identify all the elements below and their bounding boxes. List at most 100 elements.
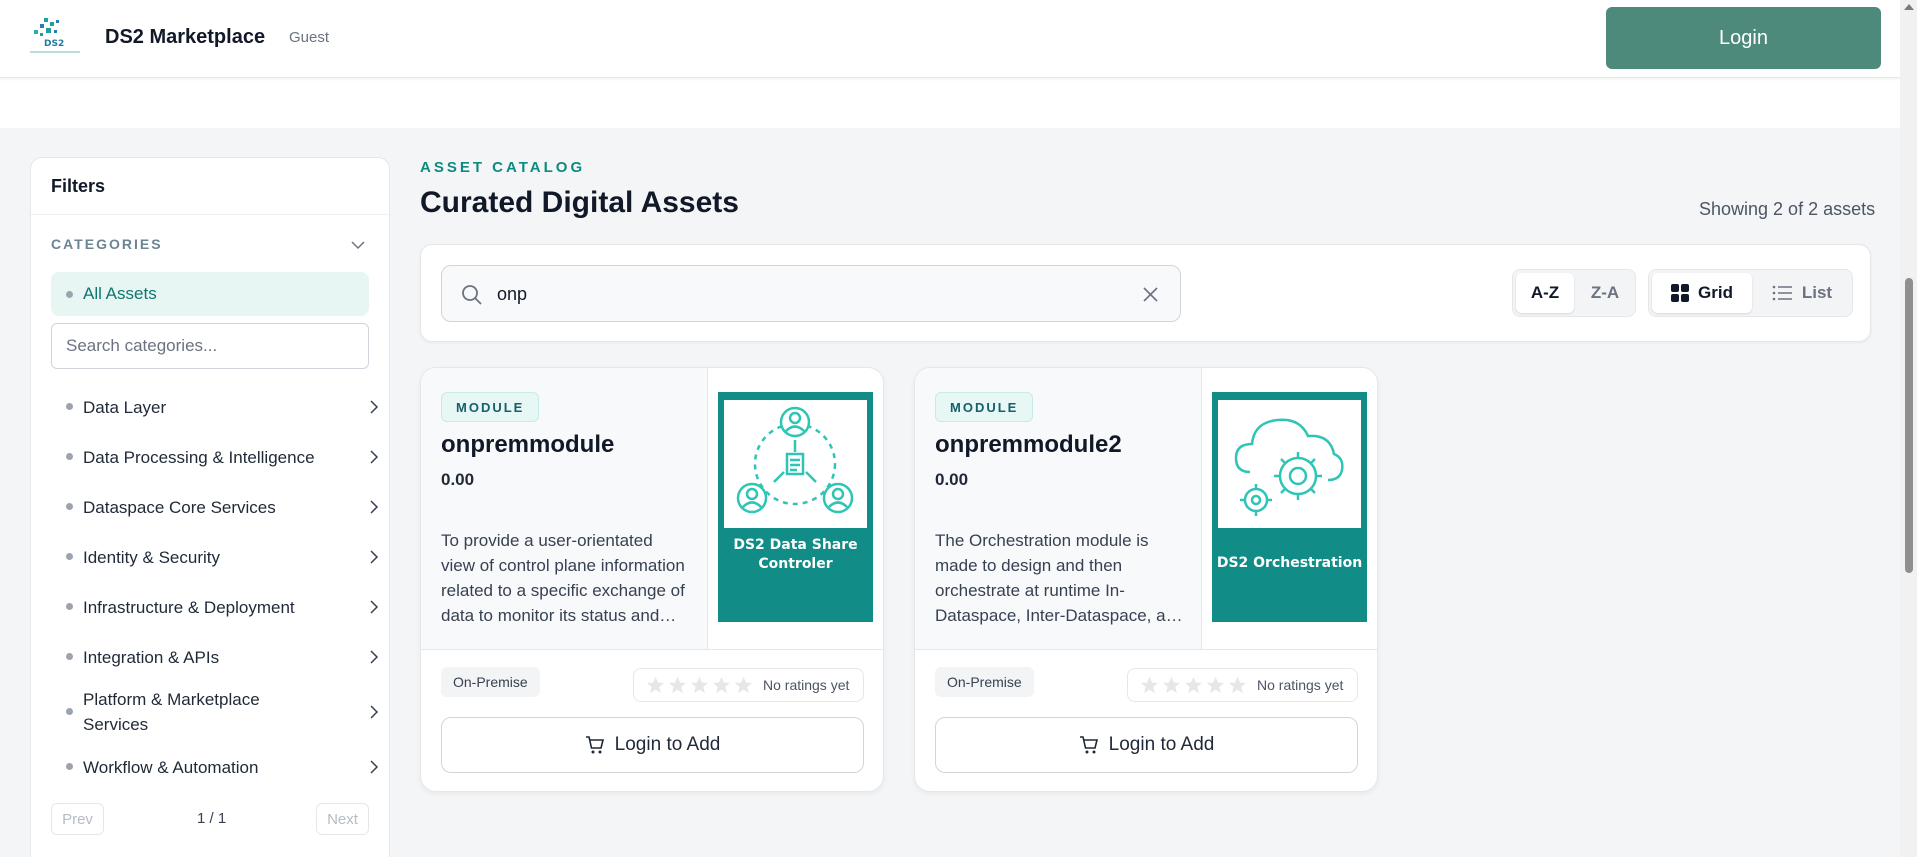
category-label: Infrastructure & Deployment	[83, 597, 295, 617]
type-badge: MODULE	[441, 392, 540, 422]
asset-card[interactable]: MODULE onpremmodule2 0.00 The Orchestrat…	[914, 367, 1378, 792]
search-icon	[462, 285, 482, 305]
login-to-add-button[interactable]: Login to Add	[935, 717, 1358, 773]
deployment-tag: On-Premise	[441, 667, 540, 697]
grid-icon	[1671, 284, 1690, 302]
chevron-right-icon	[370, 400, 379, 414]
category-identity-security[interactable]: Identity & Security	[51, 537, 379, 577]
asset-thumbnail[interactable]: DS2 Orchestration	[1212, 392, 1367, 622]
page-indicator: 1 / 1	[197, 810, 227, 827]
add-button-label: Login to Add	[1108, 734, 1215, 755]
grid-view-button[interactable]: Grid	[1652, 273, 1752, 313]
star-icon	[1184, 676, 1203, 693]
chevron-right-icon	[370, 600, 379, 614]
category-data-processing[interactable]: Data Processing & Intelligence	[51, 437, 379, 477]
sidebar-divider	[31, 214, 389, 215]
asset-description: To provide a user-orientated view of con…	[441, 531, 685, 625]
login-to-add-button[interactable]: Login to Add	[441, 717, 864, 773]
category-search-input[interactable]	[51, 323, 369, 369]
bullet-dot	[66, 708, 73, 715]
bullet-dot	[66, 503, 73, 510]
category-dataspace-core[interactable]: Dataspace Core Services	[51, 487, 379, 527]
catalog-eyebrow: ASSET CATALOG	[420, 159, 586, 176]
asset-price: 0.00	[935, 470, 969, 489]
star-rating	[646, 676, 753, 695]
chevron-right-icon	[370, 760, 379, 774]
sort-az-button[interactable]: A-Z	[1516, 273, 1574, 313]
star-icon	[646, 676, 665, 693]
category-label: Identity & Security	[83, 547, 221, 567]
close-icon[interactable]	[1142, 286, 1159, 303]
star-icon	[668, 676, 687, 693]
next-page-button[interactable]: Next	[316, 803, 369, 835]
filters-sidebar: Filters CATEGORIES All Assets Data Layer…	[30, 157, 390, 857]
thumbnail-image	[1218, 400, 1361, 528]
filters-title: Filters	[51, 176, 106, 196]
chevron-right-icon	[370, 550, 379, 564]
brand-name[interactable]: DS2 Marketplace	[105, 26, 265, 49]
login-button[interactable]: Login	[1606, 7, 1881, 69]
star-icon	[734, 676, 753, 693]
bullet-dot	[66, 763, 73, 770]
bullet-dot	[66, 653, 73, 660]
asset-description: The Orchestration module is made to desi…	[935, 531, 1185, 625]
asset-name[interactable]: onpremmodule	[441, 431, 614, 459]
card-info: MODULE onpremmodule 0.00 To provide a us…	[421, 368, 708, 649]
asset-name[interactable]: onpremmodule2	[935, 431, 1122, 459]
list-icon	[1772, 285, 1792, 301]
category-infrastructure[interactable]: Infrastructure & Deployment	[51, 587, 379, 627]
bullet-dot	[66, 403, 73, 410]
sort-za-button[interactable]: Z-A	[1576, 273, 1634, 313]
category-label: All Assets	[83, 284, 157, 303]
rating-text: No ratings yet	[1257, 677, 1344, 693]
category-all-assets[interactable]: All Assets	[51, 272, 369, 316]
scrollbar-thumb[interactable]	[1905, 278, 1913, 573]
category-label: Workflow & Automation	[83, 757, 259, 777]
category-label: Data Layer	[83, 397, 167, 417]
category-label: Platform & Marketplace Services	[83, 690, 260, 734]
cloud-gears-icon	[1234, 418, 1344, 516]
deployment-tag: On-Premise	[935, 667, 1034, 697]
star-icon	[712, 676, 731, 693]
category-label: Integration & APIs	[83, 647, 220, 667]
categories-heading: CATEGORIES	[51, 236, 163, 252]
card-divider	[421, 649, 883, 650]
catalog-toolbar: A-Z Z-A Grid List	[420, 244, 1871, 342]
type-badge: MODULE	[935, 392, 1034, 422]
people-network-icon	[736, 406, 854, 514]
user-role: Guest	[289, 29, 330, 46]
category-label: Dataspace Core Services	[83, 497, 276, 517]
sort-toggle: A-Z Z-A	[1512, 269, 1636, 317]
category-workflow[interactable]: Workflow & Automation	[51, 747, 379, 787]
asset-search[interactable]	[441, 265, 1181, 322]
search-input[interactable]	[497, 278, 1117, 310]
page-title: Curated Digital Assets	[420, 186, 739, 219]
chevron-right-icon	[370, 500, 379, 514]
category-data-layer[interactable]: Data Layer	[51, 387, 379, 427]
asset-card[interactable]: MODULE onpremmodule 0.00 To provide a us…	[420, 367, 884, 792]
card-divider	[915, 649, 1377, 650]
star-icon	[1228, 676, 1247, 693]
star-icon	[1140, 676, 1159, 693]
ds2-logo[interactable]: DS2	[30, 18, 80, 58]
star-icon	[690, 676, 709, 693]
chevron-down-icon[interactable]	[351, 238, 365, 252]
list-view-button[interactable]: List	[1754, 273, 1850, 313]
thumbnail-image	[724, 400, 867, 528]
asset-thumbnail[interactable]: DS2 Data Share Controler	[718, 392, 873, 622]
bullet-dot	[66, 291, 73, 298]
thumbnail-caption: DS2 Data Share Controler	[733, 537, 858, 572]
bullet-dot	[66, 603, 73, 610]
category-integration[interactable]: Integration & APIs	[51, 637, 379, 677]
star-icon	[1206, 676, 1225, 693]
prev-page-button[interactable]: Prev	[51, 803, 104, 835]
page-scrollbar[interactable]	[1900, 0, 1917, 857]
category-platform-marketplace[interactable]: Platform & Marketplace Services	[51, 684, 379, 740]
cart-icon	[585, 736, 604, 754]
category-label: Data Processing & Intelligence	[83, 447, 315, 467]
bullet-dot	[66, 553, 73, 560]
asset-price: 0.00	[441, 470, 475, 489]
cart-icon	[1079, 736, 1098, 754]
rating-box: No ratings yet	[1127, 668, 1358, 702]
scroll-up-arrow-icon[interactable]	[1904, 4, 1914, 10]
